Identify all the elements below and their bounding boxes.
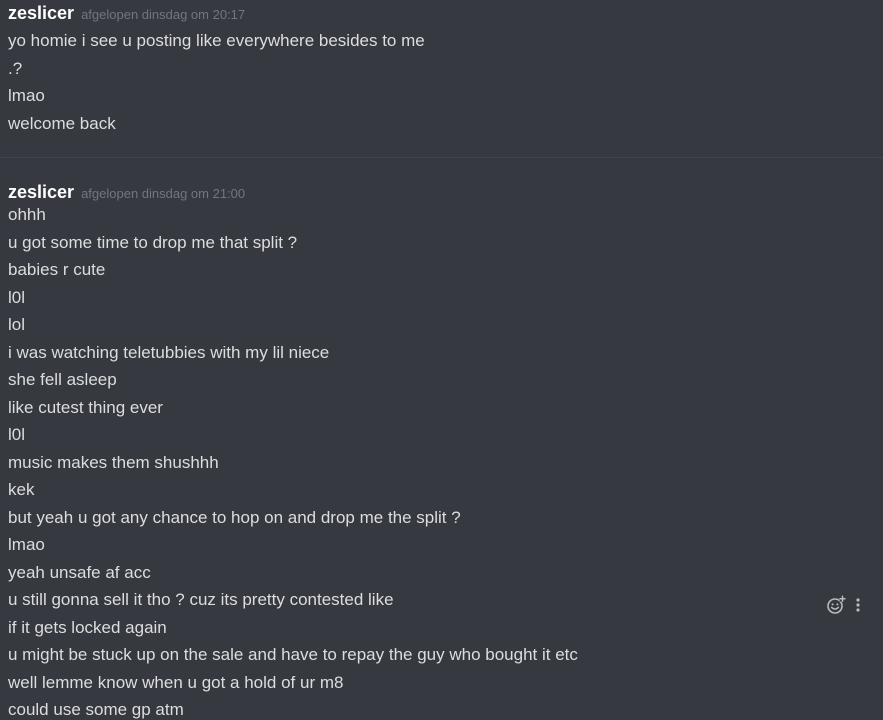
message-text: l0l	[8, 287, 26, 307]
username[interactable]: zeslicer	[8, 181, 74, 203]
message-text: lol	[8, 315, 26, 334]
message-hover-actions	[824, 594, 874, 616]
message-text: yeah unsafe af acc	[8, 562, 151, 582]
message-group-divider	[0, 157, 883, 158]
message-text: kek	[8, 480, 35, 499]
chat-messages: zeslicer afgelopen dinsdag om 20:17 yo h…	[0, 0, 883, 720]
message-header: zeslicer afgelopen dinsdag om 21:00	[8, 181, 883, 203]
timestamp[interactable]: afgelopen dinsdag om 21:00	[81, 186, 245, 201]
message-text: i was watching teletubbies with my lil n…	[8, 342, 330, 362]
message-group: zeslicer afgelopen dinsdag om 21:00 ohhh…	[8, 181, 883, 720]
message-text: u might be stuck up on the sale and have…	[8, 645, 578, 664]
message-header: zeslicer afgelopen dinsdag om 20:17	[8, 2, 883, 24]
timestamp[interactable]: afgelopen dinsdag om 20:17	[81, 7, 245, 22]
message-text: .?	[8, 58, 23, 78]
message-text: like cutest thing ever	[8, 397, 163, 417]
message-text: lmao	[8, 535, 45, 554]
username[interactable]: zeslicer	[8, 2, 74, 24]
message-text: but yeah u got any chance to hop on and …	[8, 507, 461, 527]
message-text: could use some gp atm	[8, 700, 184, 719]
message-group: zeslicer afgelopen dinsdag om 20:17 yo h…	[8, 2, 883, 137]
message-text: yo homie i see u posting like everywhere…	[8, 31, 425, 50]
message-text: ohhh	[8, 205, 46, 224]
more-options-icon[interactable]	[850, 594, 866, 616]
message-text: lmao	[8, 86, 45, 105]
message-text: she fell asleep	[8, 370, 117, 389]
message-text: music makes them shushhh	[8, 452, 219, 472]
message-text: welcome back	[8, 113, 116, 133]
message-text: l0l	[8, 425, 26, 444]
message-text: if it gets locked again	[8, 617, 167, 637]
message-text: babies r cute	[8, 260, 106, 279]
message-text: u got some time to drop me that split ?	[8, 232, 298, 252]
message-text: well lemme know when u got a hold of ur …	[8, 672, 344, 692]
message-text: u still gonna sell it tho ? cuz its pret…	[8, 590, 394, 609]
add-reaction-icon[interactable]	[824, 594, 848, 616]
